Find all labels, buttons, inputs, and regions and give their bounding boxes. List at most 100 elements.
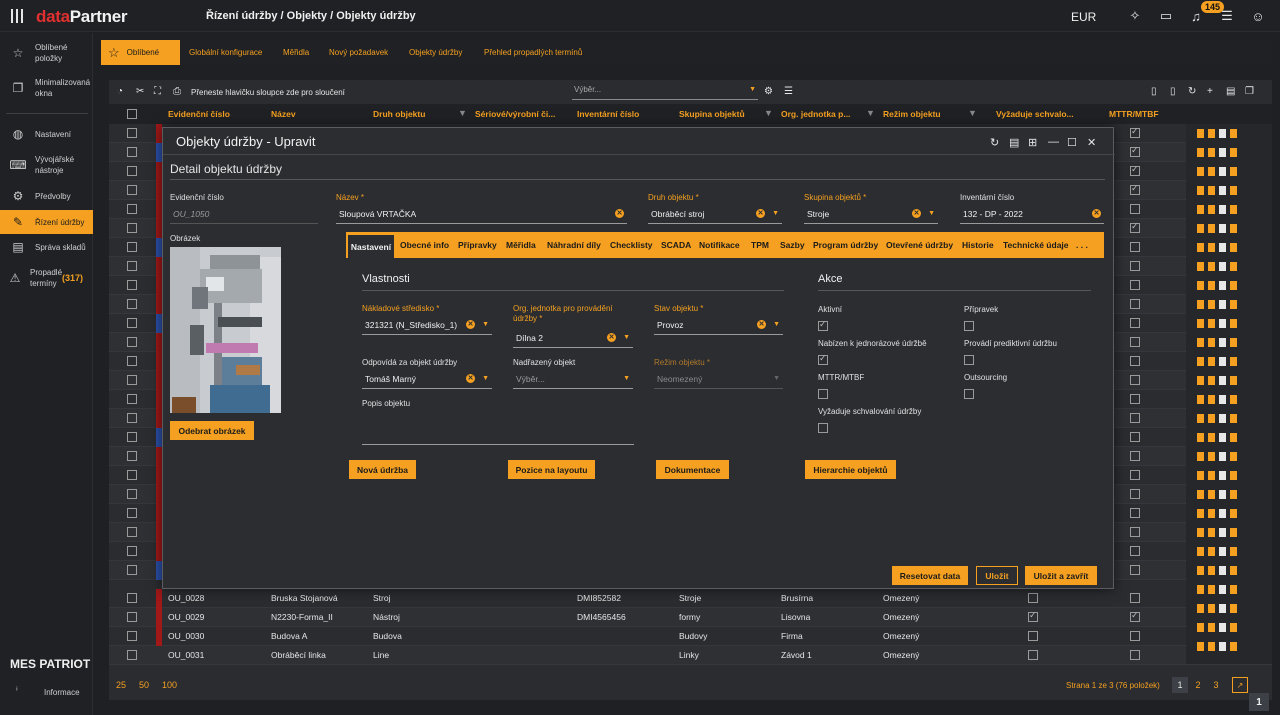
- copy-icon[interactable]: [1208, 338, 1215, 347]
- row-actions[interactable]: [1186, 257, 1272, 276]
- tools-icon[interactable]: ✂: [136, 86, 144, 97]
- file-icon[interactable]: [1230, 319, 1237, 328]
- delete-icon[interactable]: [1219, 623, 1226, 632]
- row-checkbox[interactable]: [127, 356, 137, 366]
- copy-icon[interactable]: [1208, 566, 1215, 575]
- row-actions[interactable]: [1186, 428, 1272, 447]
- tab-open-maintenance[interactable]: Otevřené údržby: [886, 232, 953, 258]
- view-select[interactable]: Výběr... ▼: [572, 85, 758, 100]
- state-select[interactable]: Provoz ✕ ▼: [654, 320, 783, 335]
- row-checkbox[interactable]: [127, 565, 137, 575]
- tab-maintenance-objects[interactable]: Objekty údržby: [409, 40, 462, 65]
- file-icon[interactable]: [1230, 281, 1237, 290]
- row-checkbox[interactable]: [127, 223, 137, 233]
- layout-position-button[interactable]: Pozice na layoutu: [508, 460, 595, 479]
- tab-tpm[interactable]: TPM: [751, 232, 769, 258]
- edit-icon[interactable]: [1197, 376, 1204, 385]
- close-icon[interactable]: ✕: [1087, 136, 1096, 149]
- maximize-icon[interactable]: ☐: [1067, 136, 1077, 149]
- column-header[interactable]: Skupina objektů: [679, 109, 745, 119]
- table-row[interactable]: OU_0031 Obráběcí linka Line Linky Závod …: [109, 646, 1272, 665]
- copy-icon[interactable]: [1208, 319, 1215, 328]
- row-actions[interactable]: [1186, 162, 1272, 181]
- column-header[interactable]: MTTR/MTBF: [1109, 109, 1159, 119]
- tab-notifications[interactable]: Notifikace: [699, 232, 740, 258]
- column-header[interactable]: Org. jednotka p...: [781, 109, 850, 119]
- copy-icon[interactable]: [1208, 490, 1215, 499]
- row-actions[interactable]: [1186, 542, 1272, 561]
- file-icon[interactable]: [1230, 129, 1237, 138]
- row-actions[interactable]: [1186, 295, 1272, 314]
- delete-icon[interactable]: [1219, 395, 1226, 404]
- row-actions[interactable]: [1186, 485, 1272, 504]
- user-icon[interactable]: ☺: [1250, 8, 1266, 24]
- delete-icon[interactable]: [1219, 376, 1226, 385]
- row-checkbox[interactable]: [127, 508, 137, 518]
- copy-icon[interactable]: [1208, 547, 1215, 556]
- row-actions[interactable]: [1186, 637, 1272, 656]
- file-icon[interactable]: [1230, 357, 1237, 366]
- org-unit-select[interactable]: Dílna 2 ✕ ▼: [513, 333, 633, 348]
- printer-icon[interactable]: ⎙: [173, 86, 181, 97]
- filter-icon[interactable]: ▼: [968, 108, 977, 118]
- responsible-select[interactable]: Tomáš Marný ✕ ▼: [362, 374, 492, 389]
- parent-select[interactable]: Výběr... ▼: [513, 374, 633, 389]
- edit-icon[interactable]: [1197, 490, 1204, 499]
- file-icon[interactable]: [1230, 490, 1237, 499]
- delete-icon[interactable]: [1219, 509, 1226, 518]
- edit-icon[interactable]: [1197, 414, 1204, 423]
- edit-icon[interactable]: [1197, 452, 1204, 461]
- row-checkbox[interactable]: [127, 546, 137, 556]
- tab-new-request[interactable]: Nový požadavek: [329, 40, 388, 65]
- file-icon[interactable]: ▯: [1151, 86, 1157, 97]
- filter-icon[interactable]: ▼: [866, 108, 875, 118]
- edit-icon[interactable]: [1197, 338, 1204, 347]
- chat-icon[interactable]: ▭: [1158, 8, 1174, 24]
- tab-gauges[interactable]: Měřidla: [283, 40, 309, 65]
- tab-checklists[interactable]: Checklisty: [610, 232, 653, 258]
- column-header[interactable]: Vyžaduje schvalo...: [996, 109, 1074, 119]
- minimize-icon[interactable]: —: [1048, 136, 1059, 148]
- edit-icon[interactable]: [1197, 319, 1204, 328]
- file-icon[interactable]: [1230, 585, 1237, 594]
- edit-icon[interactable]: [1197, 300, 1204, 309]
- documentation-button[interactable]: Dokumentace: [656, 460, 729, 479]
- remove-image-button[interactable]: Odebrat obrázek: [170, 421, 254, 440]
- file-icon[interactable]: [1230, 566, 1237, 575]
- row-checkbox[interactable]: [127, 489, 137, 499]
- column-header[interactable]: Evidenční číslo: [168, 109, 230, 119]
- edit-icon[interactable]: [1197, 547, 1204, 556]
- copy-icon[interactable]: [1208, 300, 1215, 309]
- row-actions[interactable]: [1186, 352, 1272, 371]
- edit-icon[interactable]: [1197, 186, 1204, 195]
- edit-icon[interactable]: [1197, 509, 1204, 518]
- save-close-button[interactable]: Uložit a zavřít: [1025, 566, 1097, 585]
- copy-icon[interactable]: [1208, 471, 1215, 480]
- delete-icon[interactable]: [1219, 262, 1226, 271]
- approval-checkbox[interactable]: [818, 423, 828, 433]
- sidebar-item-favorites[interactable]: ☆ Oblíbené položky: [0, 41, 93, 65]
- edit-icon[interactable]: [1197, 395, 1204, 404]
- mttr-checkbox[interactable]: [818, 389, 828, 399]
- copy-icon[interactable]: ❐: [1245, 86, 1254, 97]
- edit-icon[interactable]: [1197, 623, 1204, 632]
- edit-icon[interactable]: [1197, 167, 1204, 176]
- add-icon[interactable]: +: [1207, 86, 1213, 97]
- delete-icon[interactable]: [1219, 205, 1226, 214]
- row-checkbox[interactable]: [127, 204, 137, 214]
- pin-icon[interactable]: ✧: [1127, 8, 1143, 24]
- menu-icon[interactable]: [11, 9, 25, 23]
- row-actions[interactable]: [1186, 124, 1272, 143]
- file-icon[interactable]: [1230, 338, 1237, 347]
- row-actions[interactable]: [1186, 618, 1272, 637]
- tab-settings[interactable]: Nastavení: [348, 235, 394, 258]
- delete-icon[interactable]: [1219, 452, 1226, 461]
- copy-icon[interactable]: [1208, 433, 1215, 442]
- edit-icon[interactable]: [1197, 224, 1204, 233]
- delete-icon[interactable]: [1219, 642, 1226, 651]
- edit-icon[interactable]: [1197, 433, 1204, 442]
- type-select[interactable]: Obráběcí stroj ✕ ▼: [648, 209, 782, 224]
- tab-gauges[interactable]: Měřidla: [506, 232, 536, 258]
- news-icon[interactable]: ☰: [1219, 8, 1235, 24]
- delete-icon[interactable]: [1219, 604, 1226, 613]
